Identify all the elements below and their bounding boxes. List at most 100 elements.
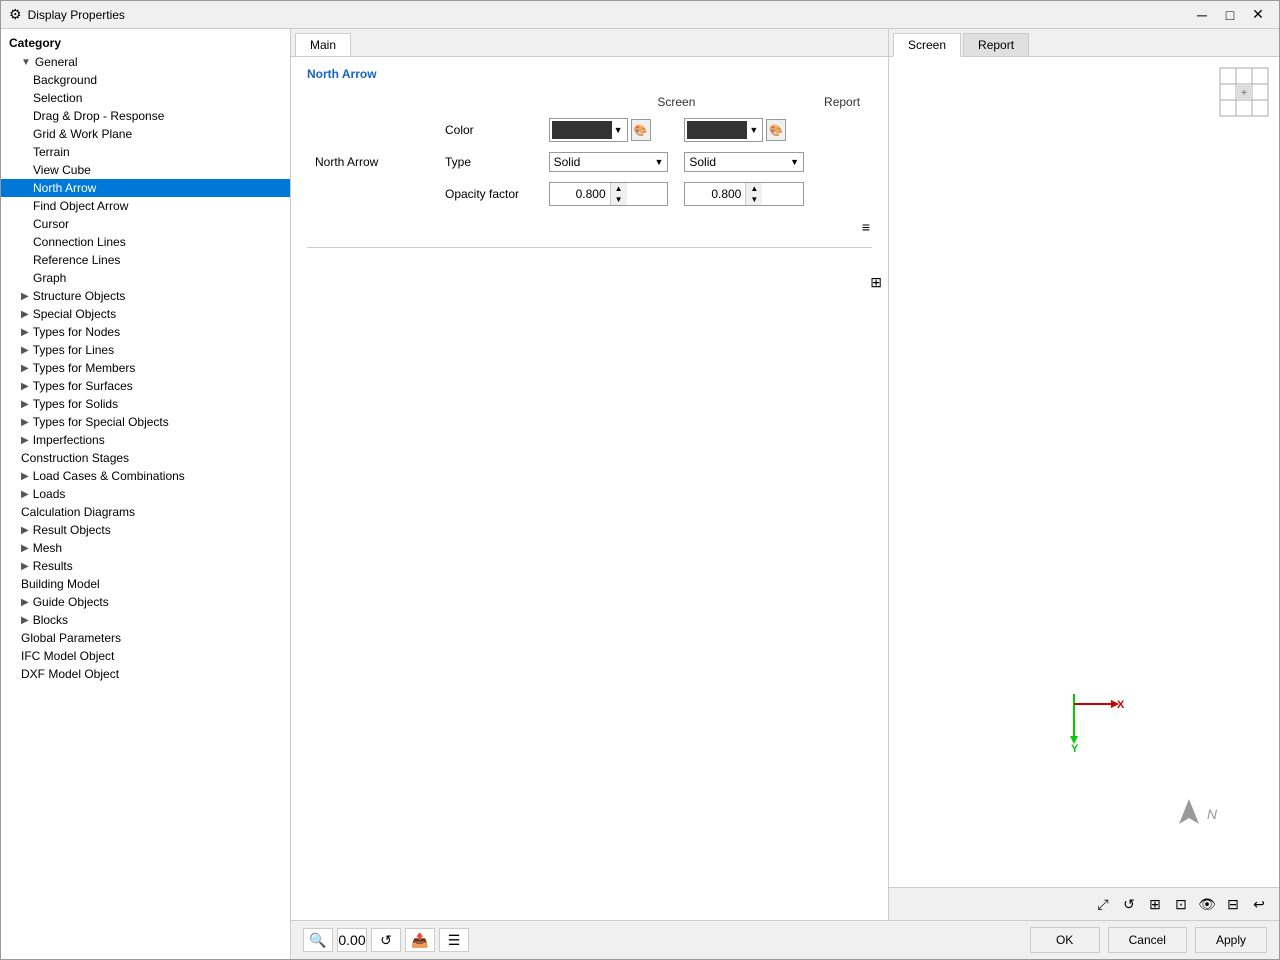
screen-opacity-down-button[interactable]: ▼ — [611, 194, 627, 205]
screen-color-swatch — [552, 121, 612, 139]
sidebar-item-mesh[interactable]: ▶ Mesh — [1, 539, 290, 557]
type-label: Type — [437, 147, 541, 177]
sidebar-item-structure-objects[interactable]: ▶ Structure Objects — [1, 287, 290, 305]
tool-btn-6[interactable]: ⊟ — [1221, 892, 1245, 916]
screen-type-dropdown[interactable]: Solid ▼ — [549, 152, 669, 172]
sidebar-item-terrain[interactable]: Terrain — [1, 143, 290, 161]
sidebar-item-connection-lines[interactable]: Connection Lines — [1, 233, 290, 251]
screen-color-swatch-container[interactable]: ▼ — [549, 118, 628, 142]
sidebar-item-types-members[interactable]: ▶ Types for Members — [1, 359, 290, 377]
panel-copy-button[interactable]: ⊞ — [868, 272, 884, 293]
svg-text:X: X — [1117, 699, 1124, 711]
export-button[interactable]: 📤 — [405, 928, 435, 952]
report-opacity-down-button[interactable]: ▼ — [746, 194, 762, 205]
sidebar-item-general[interactable]: ▼ General — [1, 53, 290, 71]
sidebar-item-graph[interactable]: Graph — [1, 269, 290, 287]
screen-color-cell: ▼ 🎨 — [541, 113, 677, 147]
tool-btn-5[interactable]: 👁 — [1195, 892, 1219, 916]
search-button[interactable]: 🔍 — [303, 928, 333, 952]
tab-report[interactable]: Report — [963, 33, 1029, 56]
report-color-swatch-container[interactable]: ▼ — [684, 118, 763, 142]
report-type-dropdown[interactable]: Solid ▼ — [684, 152, 804, 172]
screen-palette-button[interactable]: 🎨 — [631, 119, 651, 141]
sidebar-item-calculation-diagrams[interactable]: Calculation Diagrams — [1, 503, 290, 521]
zero-button[interactable]: 0.00 — [337, 928, 367, 952]
minimize-button[interactable]: ─ — [1189, 5, 1215, 25]
refresh-button[interactable]: ↺ — [371, 928, 401, 952]
sidebar-item-types-solids[interactable]: ▶ Types for Solids — [1, 395, 290, 413]
expand-arrow-load-cases: ▶ — [21, 471, 29, 482]
sidebar-item-cursor[interactable]: Cursor — [1, 215, 290, 233]
copy-to-report-button[interactable]: ≡ — [860, 217, 872, 237]
tool-btn-4[interactable]: ⊡ — [1169, 892, 1193, 916]
maximize-button[interactable]: □ — [1217, 5, 1243, 25]
tool-btn-1[interactable]: ⤢ — [1091, 892, 1115, 916]
report-type-arrow: ▼ — [790, 157, 799, 167]
cancel-button[interactable]: Cancel — [1108, 927, 1187, 953]
tool-btn-7[interactable]: ↩ — [1247, 892, 1271, 916]
screen-color-dropdown-arrow: ▼ — [612, 125, 625, 135]
list-button[interactable]: ☰ — [439, 928, 469, 952]
sidebar-item-drag-drop[interactable]: Drag & Drop - Response — [1, 107, 290, 125]
report-opacity-spinner[interactable]: ▲ ▼ — [684, 182, 804, 206]
sidebar-item-global-parameters[interactable]: Global Parameters — [1, 629, 290, 647]
sidebar-item-blocks[interactable]: ▶ Blocks — [1, 611, 290, 629]
screen-header: Screen — [541, 91, 812, 113]
expand-arrow-types-surfaces: ▶ — [21, 381, 29, 392]
bottom-bar: 🔍 0.00 ↺ 📤 ☰ OK Cancel Apply — [291, 920, 1279, 959]
sidebar-item-dxf-model[interactable]: DXF Model Object — [1, 665, 290, 683]
sidebar-item-grid-workplane[interactable]: Grid & Work Plane — [1, 125, 290, 143]
window: ⚙ Display Properties ─ □ ✕ Category ▼ Ge… — [0, 0, 1280, 960]
sidebar-item-result-objects[interactable]: ▶ Result Objects — [1, 521, 290, 539]
main-tab[interactable]: Main — [295, 33, 351, 56]
sidebar-item-types-surfaces[interactable]: ▶ Types for Surfaces — [1, 377, 290, 395]
properties-table: Screen Report North Arrow Color — [307, 91, 872, 211]
tool-btn-2[interactable]: ↺ — [1117, 892, 1141, 916]
expand-arrow-mesh: ▶ — [21, 543, 29, 554]
right-panel: Main North Arrow Screen Report — [291, 29, 1279, 959]
north-arrow-indicator: N — [1169, 794, 1229, 837]
tab-screen[interactable]: Screen — [893, 33, 961, 57]
expand-arrow-structure: ▶ — [21, 291, 29, 302]
screen-opacity-spinner-buttons: ▲ ▼ — [610, 183, 627, 205]
sidebar-item-north-arrow[interactable]: North Arrow — [1, 179, 290, 197]
report-opacity-up-button[interactable]: ▲ — [746, 183, 762, 194]
sidebar-item-special-objects[interactable]: ▶ Special Objects — [1, 305, 290, 323]
divider — [307, 247, 872, 248]
sidebar-item-find-object[interactable]: Find Object Arrow — [1, 197, 290, 215]
apply-button[interactable]: Apply — [1195, 927, 1267, 953]
sidebar-item-loads[interactable]: ▶ Loads — [1, 485, 290, 503]
sidebar-item-results[interactable]: ▶ Results — [1, 557, 290, 575]
report-header: Report — [812, 91, 872, 113]
expand-arrow-result-objects: ▶ — [21, 525, 29, 536]
content-area: Main North Arrow Screen Report — [291, 29, 1279, 920]
report-opacity-input[interactable] — [685, 185, 745, 203]
sidebar-item-types-special[interactable]: ▶ Types for Special Objects — [1, 413, 290, 431]
tool-btn-3[interactable]: ⊞ — [1143, 892, 1167, 916]
sidebar-item-building-model[interactable]: Building Model — [1, 575, 290, 593]
sidebar-item-view-cube[interactable]: View Cube — [1, 161, 290, 179]
screen-opacity-spinner[interactable]: ▲ ▼ — [549, 182, 669, 206]
sidebar-item-types-lines[interactable]: ▶ Types for Lines — [1, 341, 290, 359]
sidebar-item-construction-stages[interactable]: Construction Stages — [1, 449, 290, 467]
expand-arrow-special: ▶ — [21, 309, 29, 320]
panel-copy-area: ⊞ — [291, 268, 888, 297]
sidebar-item-background[interactable]: Background — [1, 71, 290, 89]
report-type-value: Solid — [689, 155, 716, 169]
sidebar-item-guide-objects[interactable]: ▶ Guide Objects — [1, 593, 290, 611]
sidebar-item-imperfections[interactable]: ▶ Imperfections — [1, 431, 290, 449]
ok-button[interactable]: OK — [1030, 927, 1100, 953]
report-palette-button[interactable]: 🎨 — [766, 119, 786, 141]
screen-opacity-up-button[interactable]: ▲ — [611, 183, 627, 194]
expand-arrow-blocks: ▶ — [21, 615, 29, 626]
screen-opacity-input[interactable] — [550, 185, 610, 203]
sidebar-item-selection[interactable]: Selection — [1, 89, 290, 107]
sidebar-item-load-cases[interactable]: ▶ Load Cases & Combinations — [1, 467, 290, 485]
axis-svg: X Y — [1044, 674, 1124, 754]
svg-text:Y: Y — [1071, 743, 1079, 754]
sidebar-item-types-nodes[interactable]: ▶ Types for Nodes — [1, 323, 290, 341]
window-icon: ⚙ — [9, 6, 22, 23]
sidebar-item-reference-lines[interactable]: Reference Lines — [1, 251, 290, 269]
sidebar-item-ifc-model[interactable]: IFC Model Object — [1, 647, 290, 665]
close-button[interactable]: ✕ — [1245, 5, 1271, 25]
